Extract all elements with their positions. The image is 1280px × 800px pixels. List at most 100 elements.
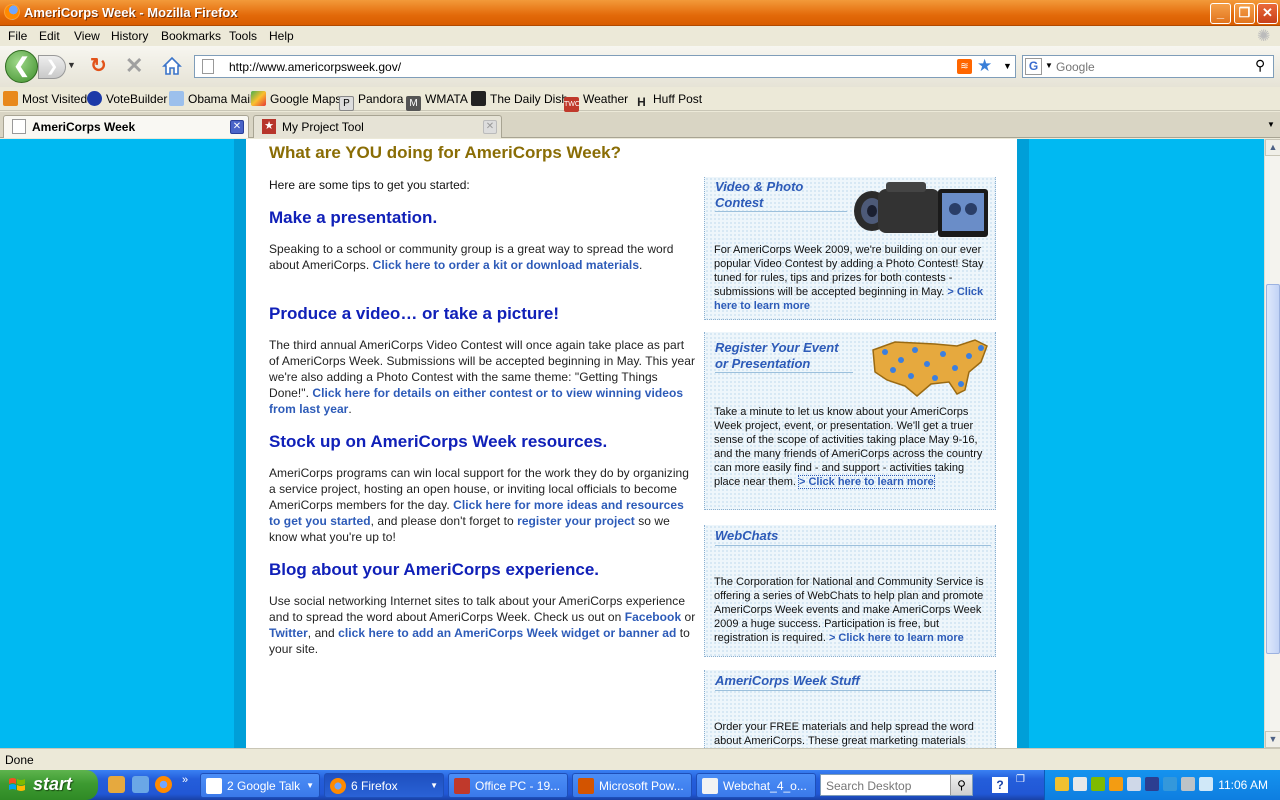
menu-tools[interactable]: Tools	[229, 29, 257, 43]
page-icon	[12, 119, 26, 134]
box-text: For AmeriCorps Week 2009, we're building…	[714, 244, 984, 312]
task-firefox[interactable]: 6 Firefox ▼	[324, 773, 444, 798]
task-google-talk[interactable]: 2 Google Talk ▼	[200, 773, 320, 798]
firefox-quicklaunch-icon[interactable]	[155, 776, 172, 793]
forward-button[interactable]: ❯	[38, 55, 66, 79]
tray-icon[interactable]	[1145, 777, 1159, 791]
bookmark-pandora[interactable]: P Pandora	[339, 91, 403, 111]
register-project-link[interactable]: register your project	[517, 514, 635, 528]
folder-icon	[169, 91, 184, 106]
sidebar-box-americorps-stuff: AmeriCorps Week Stuff Order your FREE ma…	[704, 670, 996, 748]
bookmark-obama-mail[interactable]: Obama Mail	[169, 91, 253, 107]
box-divider	[715, 211, 847, 212]
close-button[interactable]: ✕	[1257, 3, 1278, 24]
restore-icon[interactable]: ❐	[1016, 774, 1025, 785]
url-text[interactable]: http://www.americorpsweek.gov/	[229, 60, 401, 74]
bookmark-huff-post[interactable]: H Huff Post	[634, 91, 702, 110]
task-microsoft-powerpoint[interactable]: Microsoft Pow...	[572, 773, 692, 798]
reload-icon[interactable]: ↻	[90, 56, 110, 76]
tray-icon[interactable]	[1091, 777, 1105, 791]
scrollbar-thumb[interactable]	[1266, 284, 1280, 654]
section-title: Stock up on AmeriCorps Week resources.	[269, 432, 608, 451]
google-maps-icon	[251, 91, 266, 106]
star-icon: ★	[262, 119, 276, 134]
desktop-search-input[interactable]: Search Desktop	[826, 779, 911, 793]
bookmark-daily-dish[interactable]: The Daily Dish	[471, 91, 568, 107]
order-kit-link[interactable]: Click here to order a kit or download ma…	[373, 258, 639, 272]
tray-icon[interactable]	[1073, 777, 1087, 791]
menu-bookmarks[interactable]: Bookmarks	[161, 29, 221, 43]
menu-help[interactable]: Help	[269, 29, 294, 43]
wmata-icon: M	[406, 96, 421, 111]
status-bar: Done	[0, 748, 1280, 770]
page-heading: What are YOU doing for AmeriCorps Week?	[269, 143, 622, 162]
help-icon[interactable]: ?	[992, 777, 1008, 793]
quicklaunch-icon[interactable]	[132, 776, 149, 793]
home-icon[interactable]	[162, 56, 182, 76]
menu-edit[interactable]: Edit	[39, 29, 60, 43]
bookmark-most-visited[interactable]: Most Visited	[3, 91, 87, 107]
search-bar[interactable]: G ▼ ⚲	[1022, 55, 1274, 78]
box-title: Register Your Event or Presentation	[715, 340, 839, 371]
sidebar-box-video-contest: Video & Photo Contest For AmeriCorps Week…	[704, 177, 996, 320]
search-icon[interactable]: ⚲	[950, 775, 972, 795]
section-text: Speaking to a school or community group …	[269, 242, 674, 272]
box-text: Take a minute to let us know about your …	[714, 406, 983, 489]
engine-dropdown-icon[interactable]: ▼	[1045, 61, 1053, 70]
tray-icon[interactable]	[1181, 777, 1195, 791]
back-button[interactable]: ❮	[5, 50, 38, 83]
google-engine-icon[interactable]: G	[1025, 58, 1042, 75]
start-button[interactable]: start	[0, 770, 98, 800]
vertical-scrollbar[interactable]: ▲ ▼	[1264, 139, 1280, 748]
menu-file[interactable]: File	[8, 29, 27, 43]
bookmark-google-maps[interactable]: Google Maps	[251, 91, 341, 107]
tab-americorps-week[interactable]: AmeriCorps Week ✕	[3, 115, 249, 138]
history-dropdown-icon[interactable]: ▼	[67, 60, 76, 70]
quicklaunch-icon[interactable]	[108, 776, 125, 793]
tray-icon[interactable]	[1055, 777, 1069, 791]
maximize-button[interactable]: ❐	[1234, 3, 1255, 24]
contest-details-link[interactable]: Click here for details on either contest…	[269, 386, 683, 416]
tray-icon[interactable]	[1109, 777, 1123, 791]
url-bar[interactable]: http://www.americorpsweek.gov/ ≋ ★ ▼	[194, 55, 1016, 78]
bookmark-weather[interactable]: TWC Weather	[564, 91, 628, 112]
widget-link[interactable]: click here to add an AmeriCorps Week wid…	[338, 626, 676, 640]
twitter-link[interactable]: Twitter	[269, 626, 308, 640]
search-input[interactable]	[1056, 58, 1251, 75]
close-tab-icon[interactable]: ✕	[483, 120, 497, 134]
windows-logo-icon	[9, 778, 25, 791]
menu-view[interactable]: View	[74, 29, 100, 43]
section-text: The third annual AmeriCorps Video Contes…	[269, 338, 695, 416]
facebook-link[interactable]: Facebook	[625, 610, 681, 624]
us-map-image	[872, 339, 988, 397]
stop-icon[interactable]: ✕	[125, 55, 143, 77]
task-webchat-doc[interactable]: Webchat_4_o...	[696, 773, 816, 798]
task-group-dropdown-icon: ▼	[430, 781, 438, 790]
window-title: AmeriCorps Week - Mozilla Firefox	[24, 5, 238, 20]
bookmark-votebuilder[interactable]: VoteBuilder	[87, 91, 167, 107]
volume-icon[interactable]	[1199, 777, 1213, 791]
learn-more-link[interactable]: > Click here to learn more	[829, 632, 964, 644]
quicklaunch-more-icon[interactable]: »	[182, 774, 188, 786]
menu-history[interactable]: History	[111, 29, 148, 43]
window-title-bar: AmeriCorps Week - Mozilla Firefox _ ❐ ✕	[0, 0, 1280, 26]
learn-more-link[interactable]: > Click here to learn more	[798, 475, 935, 489]
scroll-up-arrow-icon[interactable]: ▲	[1265, 139, 1280, 156]
search-icon[interactable]: ⚲	[1255, 57, 1265, 74]
rss-feed-icon[interactable]: ≋	[957, 59, 972, 74]
bookmark-wmata[interactable]: M WMATA	[406, 91, 468, 111]
system-tray: 11:06 AM	[1044, 770, 1280, 800]
bookmark-star-icon[interactable]: ★	[977, 56, 992, 76]
menu-bar: File Edit View History Bookmarks Tools H…	[0, 26, 1280, 46]
task-office-pc[interactable]: Office PC - 19...	[448, 773, 568, 798]
close-tab-icon[interactable]: ✕	[230, 120, 244, 134]
tray-icon[interactable]	[1163, 777, 1177, 791]
tab-my-project-tool[interactable]: ★ My Project Tool ✕	[253, 115, 502, 138]
scroll-down-arrow-icon[interactable]: ▼	[1265, 731, 1280, 748]
page-icon	[202, 59, 214, 74]
desktop-search-box[interactable]: Search Desktop ⚲	[820, 774, 973, 796]
tray-icon[interactable]	[1127, 777, 1141, 791]
url-dropdown-icon[interactable]: ▼	[1003, 61, 1012, 71]
minimize-button[interactable]: _	[1210, 3, 1231, 24]
tab-list-icon[interactable]: ▼	[1267, 120, 1275, 129]
